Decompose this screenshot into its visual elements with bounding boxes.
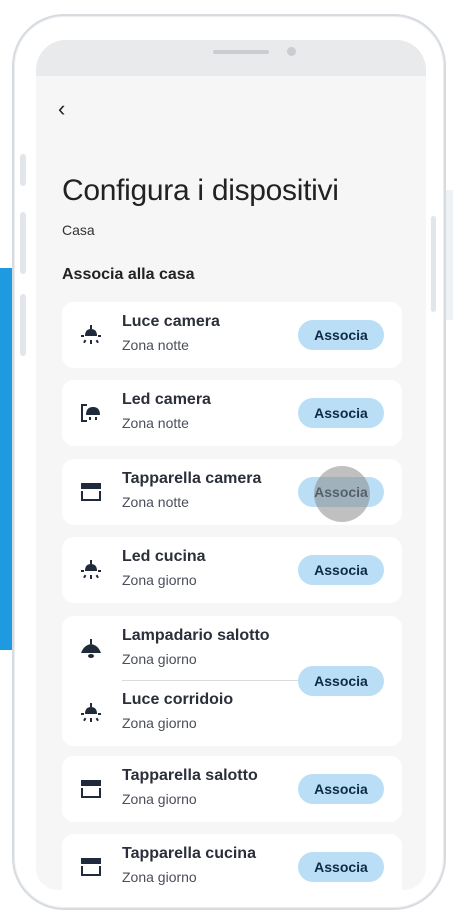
page-subtitle: Casa xyxy=(62,222,95,238)
device-name: Tapparella salotto xyxy=(122,767,258,784)
touch-indicator xyxy=(314,466,370,522)
device-item: Led camera Zona notte Associa xyxy=(62,380,402,446)
device-card: Tapparella cucina Zona giorno Associa xyxy=(62,834,402,890)
device-name: Led cucina xyxy=(122,548,206,565)
associate-button[interactable]: Associa xyxy=(298,555,384,585)
device-zone: Zona notte xyxy=(122,494,189,510)
phone-volume-up-button xyxy=(20,212,26,274)
device-zone: Zona giorno xyxy=(122,651,197,667)
ceiling-light-icon xyxy=(81,560,101,579)
wall-light-icon xyxy=(81,404,100,422)
device-group-card: Lampadario salotto Zona giorno Luce corr… xyxy=(62,616,402,746)
associate-button[interactable]: Associa xyxy=(298,666,384,696)
chandelier-icon xyxy=(81,639,101,658)
phone-notch xyxy=(50,40,412,76)
device-zone: Zona giorno xyxy=(122,791,197,807)
phone-power-button xyxy=(431,216,436,312)
device-card: Luce camera Zona notte Associa xyxy=(62,302,402,368)
associate-button[interactable]: Associa xyxy=(298,852,384,882)
device-card: Led camera Zona notte Associa xyxy=(62,380,402,446)
ceiling-light-icon xyxy=(81,703,101,722)
associate-button[interactable]: Associa xyxy=(298,320,384,350)
phone-mute-switch xyxy=(20,154,26,186)
device-name: Led camera xyxy=(122,391,211,408)
page-title: Configura i dispositivi xyxy=(62,174,339,207)
device-item: Tapparella cucina Zona giorno Associa xyxy=(62,834,402,890)
device-name: Luce camera xyxy=(122,313,220,330)
phone-screen: ‹ Configura i dispositivi Casa Associa a… xyxy=(36,40,426,890)
device-name: Lampadario salotto xyxy=(122,627,270,644)
phone-volume-down-button xyxy=(20,294,26,356)
device-zone: Zona giorno xyxy=(122,715,197,731)
associate-button[interactable]: Associa xyxy=(298,774,384,804)
device-name: Tapparella cucina xyxy=(122,845,256,862)
device-zone: Zona giorno xyxy=(122,572,197,588)
device-name: Tapparella camera xyxy=(122,470,262,487)
associate-button[interactable]: Associa xyxy=(298,398,384,428)
device-zone: Zona notte xyxy=(122,415,189,431)
section-title: Associa alla casa xyxy=(62,266,195,283)
device-item: Led cucina Zona giorno Associa xyxy=(62,537,402,603)
shutter-icon xyxy=(81,858,101,876)
device-zone: Zona giorno xyxy=(122,869,197,885)
device-card: Led cucina Zona giorno Associa xyxy=(62,537,402,603)
device-zone: Zona notte xyxy=(122,337,189,353)
shutter-icon xyxy=(81,780,101,798)
device-name: Luce corridoio xyxy=(122,691,234,708)
device-card: Tapparella salotto Zona giorno Associa xyxy=(62,756,402,822)
chevron-left-icon: ‹ xyxy=(58,96,66,121)
back-button[interactable]: ‹ xyxy=(58,98,65,120)
ceiling-light-icon xyxy=(81,325,101,344)
speaker-icon xyxy=(213,50,269,54)
camera-icon xyxy=(287,47,296,56)
device-item: Luce camera Zona notte Associa xyxy=(62,302,402,368)
device-item: Tapparella salotto Zona giorno Associa xyxy=(62,756,402,822)
shutter-icon xyxy=(81,483,101,501)
